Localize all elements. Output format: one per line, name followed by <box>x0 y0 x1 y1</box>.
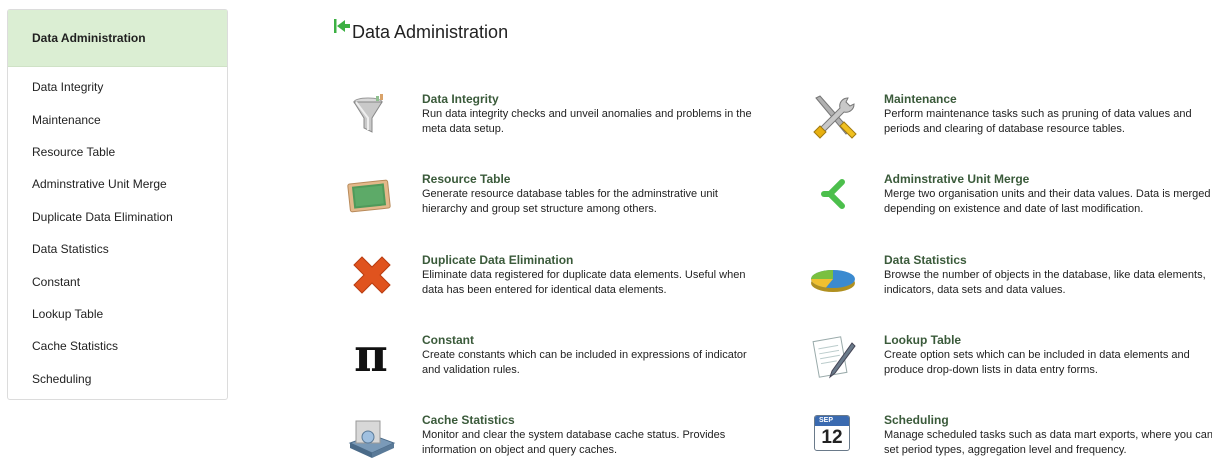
calendar-day: 12 <box>821 427 843 448</box>
funnel-icon[interactable] <box>346 92 396 142</box>
sidebar-menu: Data Administration Data Integrity Maint… <box>7 9 228 400</box>
calendar-month: SEP <box>815 416 849 426</box>
sidebar-item-duplicate-data-elimination[interactable]: Duplicate Data Elimination <box>8 201 227 233</box>
red-x-icon[interactable] <box>346 253 396 303</box>
card-title[interactable]: Data Integrity <box>422 92 752 106</box>
sidebar-header[interactable]: Data Administration <box>8 10 227 67</box>
merge-arrow-icon[interactable] <box>808 172 858 222</box>
card-description: Eliminate data registered for duplicate … <box>422 269 746 296</box>
pie-chart-icon[interactable] <box>808 253 858 303</box>
card-description: Create option sets which can be included… <box>884 349 1190 376</box>
card-title[interactable]: Duplicate Data Elimination <box>422 253 752 267</box>
sidebar-item-resource-table[interactable]: Resource Table <box>8 136 227 168</box>
sidebar-item-maintenance[interactable]: Maintenance <box>8 103 227 135</box>
sidebar-item-data-integrity[interactable]: Data Integrity <box>8 71 227 103</box>
page-title: Data Administration <box>333 19 509 43</box>
card-description: Generate resource database tables for th… <box>422 188 718 215</box>
card-title[interactable]: Data Statistics <box>884 253 1212 267</box>
card-description: Monitor and clear the system database ca… <box>422 429 726 456</box>
calendar-icon[interactable]: SEP 12 <box>814 415 850 451</box>
card-description: Manage scheduled tasks such as data mart… <box>884 429 1212 456</box>
card-description: Browse the number of objects in the data… <box>884 269 1206 296</box>
sidebar-list: Data Integrity Maintenance Resource Tabl… <box>8 67 227 395</box>
sidebar-item-admin-unit-merge[interactable]: Adminstrative Unit Merge <box>8 168 227 200</box>
sidebar-item-constant[interactable]: Constant <box>8 265 227 297</box>
card-description: Create constants which can be included i… <box>422 349 747 376</box>
page-title-text: Data Administration <box>352 22 509 42</box>
back-arrow-icon[interactable] <box>333 18 351 34</box>
card-title[interactable]: Resource Table <box>422 172 752 186</box>
card-title[interactable]: Scheduling <box>884 413 1212 427</box>
card-title[interactable]: Lookup Table <box>884 333 1212 347</box>
sidebar-item-lookup-table[interactable]: Lookup Table <box>8 298 227 330</box>
card-description: Run data integrity checks and unveil ano… <box>422 108 752 135</box>
sidebar-item-data-statistics[interactable]: Data Statistics <box>8 233 227 265</box>
sidebar-item-scheduling[interactable]: Scheduling <box>8 363 227 395</box>
chalkboard-icon[interactable] <box>346 172 396 222</box>
document-pen-icon[interactable] <box>808 333 858 383</box>
card-title[interactable]: Maintenance <box>884 92 1212 106</box>
card-title[interactable]: Cache Statistics <box>422 413 752 427</box>
card-title[interactable]: Adminstrative Unit Merge <box>884 172 1212 186</box>
card-description: Perform maintenance tasks such as prunin… <box>884 108 1192 135</box>
tools-icon[interactable] <box>808 92 858 142</box>
sidebar-item-cache-statistics[interactable]: Cache Statistics <box>8 330 227 362</box>
pi-icon[interactable]: π <box>346 332 396 383</box>
card-description: Merge two organisation units and their d… <box>884 188 1211 215</box>
card-title[interactable]: Constant <box>422 333 752 347</box>
cache-drive-icon[interactable] <box>346 413 396 463</box>
